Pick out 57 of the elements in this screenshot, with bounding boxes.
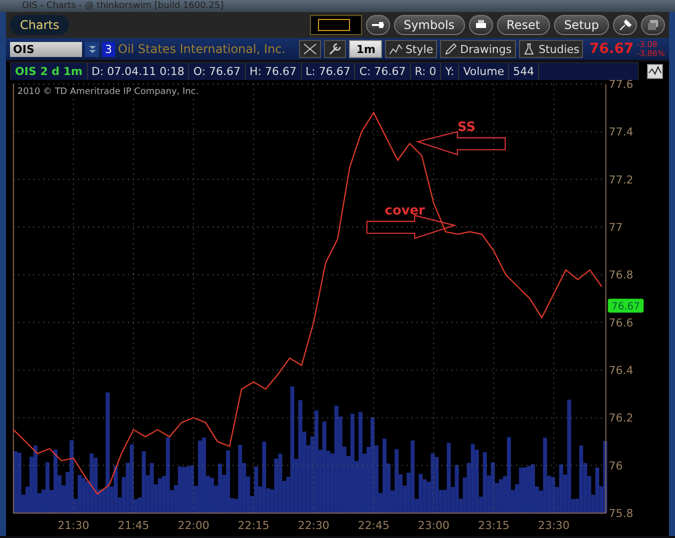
y-axis-label: 76.8 xyxy=(608,268,634,282)
x-axis-label: 21:30 xyxy=(58,519,90,532)
wrench-icon xyxy=(370,19,385,31)
wrench-icon xyxy=(328,43,342,55)
windows-icon xyxy=(646,19,660,31)
window-button[interactable] xyxy=(641,15,665,35)
arrow-annotation: SS xyxy=(415,120,506,156)
y-axis-label: 76 xyxy=(608,459,623,472)
last-price: 76.67 xyxy=(589,41,634,57)
line-chart-icon xyxy=(648,65,662,77)
x-axis-label: 21:45 xyxy=(118,519,150,532)
color-swatch[interactable] xyxy=(310,15,362,35)
x-axis-label: 23:30 xyxy=(538,519,570,532)
percent-change: -3.86% xyxy=(636,49,665,58)
y-axis-label: 75.8 xyxy=(608,507,634,520)
toolbar-button[interactable]: Studies xyxy=(518,40,584,58)
symbols-button[interactable]: Symbols xyxy=(394,15,465,35)
x-axis-label: 22:00 xyxy=(178,519,210,532)
x-axis-label: 22:45 xyxy=(358,519,390,532)
company-name: Oil States International, Inc. xyxy=(118,42,286,56)
line-chart-icon xyxy=(389,43,404,55)
reset-button[interactable]: Reset xyxy=(496,15,550,35)
printer-icon xyxy=(474,19,488,31)
y-axis-label: 77.6 xyxy=(608,80,634,91)
x-axis-label: 22:15 xyxy=(238,519,270,532)
y-axis-label: 77 xyxy=(608,221,623,234)
print-button[interactable] xyxy=(468,15,493,35)
link-group-number[interactable]: 3 xyxy=(102,42,115,56)
y-axis-label: 77.4 xyxy=(608,126,634,139)
tools-button[interactable] xyxy=(324,40,346,58)
wrench-button[interactable] xyxy=(366,15,390,35)
x-axis-label: 22:30 xyxy=(298,519,330,532)
x-axis-label: 23:15 xyxy=(478,519,510,532)
pin-button[interactable] xyxy=(613,15,637,35)
symbol-field[interactable]: OIS xyxy=(10,42,82,56)
last-price-tag: 76.67 xyxy=(608,298,644,313)
annotation: cover xyxy=(384,203,426,218)
caret-icon xyxy=(88,44,96,54)
y-axis-label: 76.2 xyxy=(608,412,634,425)
y-axis-label: 77.2 xyxy=(608,173,634,186)
y-axis-label: 76.6 xyxy=(608,316,634,330)
x-axis-label: 23:00 xyxy=(418,519,450,532)
copyright-text: 2010 © TD Ameritrade IP Company, Inc. xyxy=(17,86,199,97)
toolbar-button[interactable]: Drawings xyxy=(440,40,516,58)
chart-style-button[interactable] xyxy=(647,64,663,78)
window-title: OIS - Charts - @ thinkorswim [build 1600.25] xyxy=(22,0,224,12)
zoom-button[interactable] xyxy=(299,40,322,58)
charts-tab[interactable]: Charts xyxy=(10,15,70,35)
aggregation-button[interactable]: 1m xyxy=(349,40,382,58)
symbol-dropdown[interactable] xyxy=(85,42,99,56)
toolbar-button[interactable]: Style xyxy=(385,40,438,58)
pin-icon xyxy=(618,19,632,31)
pencil-icon xyxy=(444,43,458,55)
setup-button[interactable]: Setup xyxy=(554,15,609,35)
annotation: SS xyxy=(457,120,476,135)
y-axis-label: 76.4 xyxy=(608,364,634,378)
price-change: -3.08 xyxy=(636,40,658,49)
